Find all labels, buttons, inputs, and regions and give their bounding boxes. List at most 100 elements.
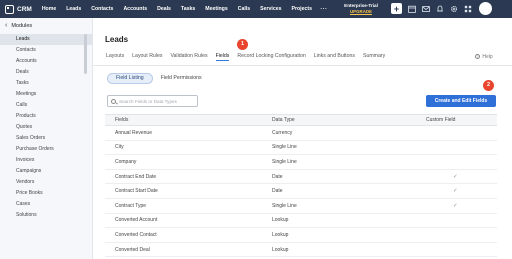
table-row[interactable]: Contract Type Single Line ✓	[105, 199, 497, 214]
divider	[93, 65, 512, 66]
tab-layout-rules[interactable]: Layout Rules	[132, 53, 162, 61]
create-and-edit-fields-button[interactable]: Create and Edit Fields	[426, 95, 496, 107]
sidebar-item-contacts[interactable]: Contacts	[0, 45, 92, 56]
tab-fields[interactable]: Fields	[215, 53, 230, 61]
field-type: Date	[272, 188, 283, 195]
trial-info: Enterprise-Trial UPGRADE	[340, 3, 382, 15]
upgrade-link[interactable]: UPGRADE	[340, 9, 382, 15]
field-type: Single Line	[272, 202, 297, 209]
table-row[interactable]: Converted Contact Lookup	[105, 228, 497, 243]
field-view-toggle: Field Listing Field Permissions	[107, 73, 210, 84]
field-permissions-toggle[interactable]: Field Permissions	[153, 73, 210, 84]
table-row[interactable]: Company Single Line	[105, 155, 497, 170]
table-row[interactable]: Contract Start Date Date ✓	[105, 184, 497, 199]
sidebar-item-vendors[interactable]: Vendors	[0, 177, 92, 188]
nav-tab-home[interactable]: Home	[42, 6, 56, 12]
field-search[interactable]	[107, 95, 198, 107]
bell-icon[interactable]	[434, 3, 445, 14]
nav-tab-tasks[interactable]: Tasks	[181, 6, 195, 12]
field-name[interactable]: Company	[105, 159, 272, 165]
field-name[interactable]: Contract Start Date	[105, 188, 272, 194]
field-name[interactable]: Converted Contact	[105, 232, 272, 238]
sidebar-item-accounts[interactable]: Accounts	[0, 56, 92, 67]
sidebar-item-solutions[interactable]: Solutions	[0, 210, 92, 221]
nav-tab-contacts[interactable]: Contacts	[91, 6, 113, 12]
header-data-type: Data Type	[272, 117, 295, 123]
nav-tab-accounts[interactable]: Accounts	[123, 6, 147, 12]
field-name[interactable]: Contract End Date	[105, 174, 272, 180]
table-row[interactable]: City Single Line	[105, 141, 497, 156]
table-row[interactable]: Converted Deal Lookup	[105, 243, 497, 258]
plus-icon[interactable]: +	[391, 3, 402, 14]
brand-label: CRM	[17, 5, 32, 13]
nav-tab-services[interactable]: Services	[260, 6, 281, 12]
table-row[interactable]: Annual Revenue Currency	[105, 126, 497, 141]
tab-links-and-buttons[interactable]: Links and Buttons	[314, 53, 355, 61]
tab-validation-rules[interactable]: Validation Rules	[170, 53, 207, 61]
modules-sidebar: ‹ Modules Leads Contacts Accounts Deals …	[0, 18, 93, 259]
search-icon	[111, 98, 116, 104]
sidebar-item-deals[interactable]: Deals	[0, 67, 92, 78]
sidebar-item-calls[interactable]: Calls	[0, 100, 92, 111]
sidebar-item-products[interactable]: Products	[0, 111, 92, 122]
sidebar-item-price-books[interactable]: Price Books	[0, 188, 92, 199]
tab-summary[interactable]: Summary	[363, 53, 385, 61]
sidebar-item-cases[interactable]: Cases	[0, 199, 92, 210]
avatar-icon[interactable]	[479, 2, 492, 15]
settings-tabs: Layouts Layout Rules Validation Rules Fi…	[106, 53, 393, 61]
tab-record-locking[interactable]: Record Locking Configuration	[237, 53, 305, 61]
sidebar-item-invoices[interactable]: Invoices	[0, 155, 92, 166]
apps-icon[interactable]	[462, 3, 473, 14]
field-type: Currency	[272, 129, 293, 136]
mail-icon[interactable]	[420, 3, 431, 14]
table-row[interactable]: Contract End Date Date ✓	[105, 170, 497, 185]
tab-layouts[interactable]: Layouts	[106, 53, 124, 61]
check-icon: ✓	[453, 188, 458, 195]
help-label: Help	[482, 54, 493, 60]
sidebar-item-tasks[interactable]: Tasks	[0, 78, 92, 89]
settings-icon[interactable]	[448, 3, 459, 14]
field-name[interactable]: Converted Deal	[105, 247, 272, 253]
field-listing-toggle[interactable]: Field Listing	[107, 73, 153, 84]
field-type: Lookup	[272, 217, 289, 224]
crm-logo-icon	[5, 4, 14, 14]
header-fields: Fields	[115, 117, 129, 123]
more-icon[interactable]: ⋯	[320, 6, 327, 13]
brand[interactable]: CRM	[5, 4, 32, 14]
sidebar-item-meetings[interactable]: Meetings	[0, 89, 92, 100]
sidebar-item-campaigns[interactable]: Campaigns	[0, 166, 92, 177]
top-navigation: CRM Home Leads Contacts Accounts Deals T…	[0, 0, 512, 18]
main-panel: Leads Layouts Layout Rules Validation Ru…	[93, 18, 512, 259]
sidebar-item-quotes[interactable]: Quotes	[0, 122, 92, 133]
step-badge-1: 1	[237, 39, 248, 50]
help-icon: ?	[475, 54, 480, 59]
step-badge-2: 2	[483, 80, 494, 91]
fields-table: Fields Data Type Custom Field Annual Rev…	[105, 114, 497, 258]
check-icon: ✓	[453, 173, 458, 180]
nav-tab-meetings[interactable]: Meetings	[205, 6, 227, 12]
search-input[interactable]	[119, 98, 195, 104]
nav-tab-calls[interactable]: Calls	[238, 6, 250, 12]
sidebar-title: Modules	[11, 22, 33, 29]
back-chevron-icon[interactable]: ‹	[5, 22, 7, 29]
sidebar-item-leads[interactable]: Leads	[0, 34, 92, 45]
sidebar-scrollbar[interactable]	[84, 34, 87, 74]
sidebar-header: ‹ Modules	[0, 18, 92, 33]
field-name[interactable]: Annual Revenue	[105, 130, 272, 136]
nav-tab-leads[interactable]: Leads	[66, 6, 81, 12]
sidebar-item-purchase-orders[interactable]: Purchase Orders	[0, 144, 92, 155]
table-row[interactable]: Converted Account Lookup	[105, 214, 497, 229]
field-name[interactable]: City	[105, 144, 272, 150]
table-header: Fields Data Type Custom Field	[105, 114, 497, 126]
field-name[interactable]: Converted Account	[105, 217, 272, 223]
nav-tab-projects[interactable]: Projects	[292, 6, 312, 12]
nav-tab-deals[interactable]: Deals	[157, 6, 171, 12]
check-icon: ✓	[453, 202, 458, 209]
field-name[interactable]: Contract Type	[105, 203, 272, 209]
field-type: Lookup	[272, 246, 289, 253]
field-type: Single Line	[272, 158, 297, 165]
calendar-icon[interactable]	[406, 3, 417, 14]
page-title: Leads	[105, 35, 129, 44]
help-link[interactable]: ? Help	[475, 54, 493, 60]
sidebar-item-sales-orders[interactable]: Sales Orders	[0, 133, 92, 144]
